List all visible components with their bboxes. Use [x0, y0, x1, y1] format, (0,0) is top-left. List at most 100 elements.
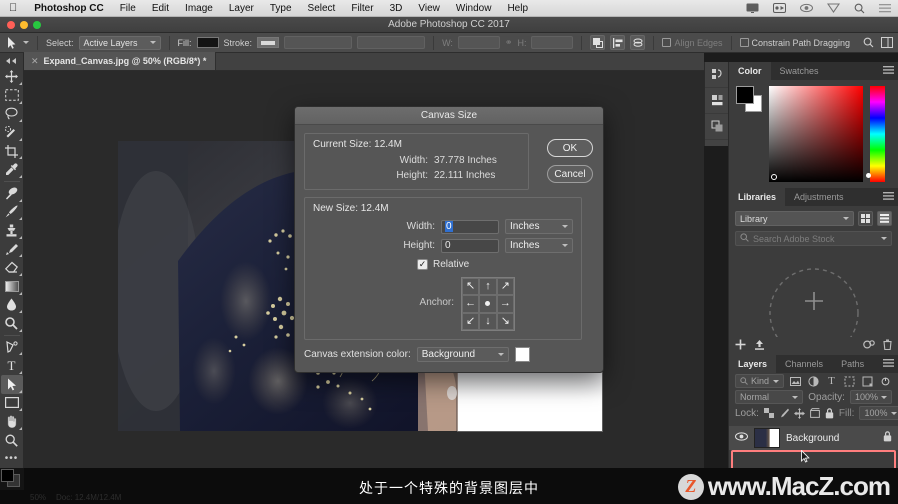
move-tool[interactable]	[1, 67, 23, 86]
panel-menu-icon[interactable]	[883, 359, 894, 371]
anchor-grid[interactable]: ↖ ↑ ↗ ← → ↙ ↓ ↘	[461, 277, 515, 331]
hand-tool[interactable]	[1, 412, 23, 431]
cancel-button[interactable]: Cancel	[547, 165, 593, 183]
clone-stamp-tool[interactable]	[1, 221, 23, 240]
history-panel-icon[interactable]	[705, 62, 729, 88]
spot-healing-brush-tool[interactable]	[1, 184, 23, 203]
history-brush-tool[interactable]	[1, 240, 23, 259]
anchor-cell-top-right[interactable]: ↗	[496, 278, 514, 296]
menu-item-photoshop[interactable]: Photoshop CC	[26, 3, 111, 14]
new-width-input[interactable]: 0	[441, 219, 499, 234]
tool-preset-chevron-down-icon[interactable]	[23, 41, 29, 44]
properties-panel-icon[interactable]	[705, 88, 729, 114]
new-height-unit-dropdown[interactable]: Inches	[505, 238, 573, 253]
menu-item-image[interactable]: Image	[177, 3, 221, 14]
canvas-extension-color-swatch[interactable]	[514, 347, 530, 362]
workspace-switcher-icon[interactable]	[880, 36, 893, 49]
stroke-width-field[interactable]	[284, 36, 353, 49]
type-filter-icon[interactable]: T	[825, 375, 838, 388]
foreground-color-swatch[interactable]	[736, 86, 754, 104]
layer-thumbnail[interactable]	[754, 428, 780, 448]
eye-icon[interactable]	[793, 3, 820, 13]
eyedropper-tool[interactable]	[1, 160, 23, 179]
tab-swatches[interactable]: Swatches	[771, 62, 828, 80]
menu-item-file[interactable]: File	[112, 3, 144, 14]
rectangle-tool[interactable]	[1, 394, 23, 413]
lock-artboard-icon[interactable]	[810, 407, 820, 420]
panel-menu-icon[interactable]	[883, 66, 894, 78]
list-icon[interactable]	[872, 3, 898, 13]
minimize-window-button[interactable]	[20, 21, 28, 29]
lock-all-icon[interactable]	[825, 407, 834, 420]
search-adobe-stock-input[interactable]: Search Adobe Stock	[735, 231, 892, 246]
anchor-cell-top-center[interactable]: ↑	[479, 278, 497, 296]
add-icon[interactable]	[735, 339, 746, 353]
tab-adjustments[interactable]: Adjustments	[785, 188, 853, 206]
screenshot-icon[interactable]	[766, 3, 793, 13]
path-alignment-icon[interactable]	[610, 35, 626, 50]
smart-object-filter-icon[interactable]	[861, 375, 874, 388]
menu-item-3d[interactable]: 3D	[382, 3, 411, 14]
layer-visibility-icon[interactable]	[735, 432, 748, 444]
list-view-icon[interactable]	[877, 211, 892, 226]
blend-mode-dropdown[interactable]: Normal	[735, 390, 804, 404]
layer-lock-icon[interactable]	[883, 431, 892, 445]
toolbar-collapse-handle[interactable]	[1, 55, 23, 67]
zoom-tool[interactable]	[1, 431, 23, 450]
panel-menu-icon[interactable]	[883, 192, 894, 204]
anchor-cell-middle-left[interactable]: ←	[462, 295, 480, 313]
dodge-tool[interactable]	[1, 314, 23, 333]
close-window-button[interactable]	[7, 21, 15, 29]
align-edges-checkbox[interactable]: Align Edges	[662, 37, 723, 48]
upload-icon[interactable]	[754, 339, 765, 353]
layer-comps-panel-icon[interactable]	[705, 114, 729, 140]
stroke-style-field[interactable]	[357, 36, 426, 49]
sync-icon[interactable]	[863, 339, 875, 353]
tab-paths[interactable]: Paths	[832, 355, 873, 373]
menu-item-type[interactable]: Type	[262, 3, 300, 14]
anchor-cell-bottom-left[interactable]: ↙	[462, 312, 480, 330]
canvas-extension-color-dropdown[interactable]: Background	[416, 347, 509, 362]
fill-input[interactable]: 100%	[859, 406, 898, 420]
lock-image-icon[interactable]	[779, 407, 789, 420]
filter-power-icon[interactable]	[879, 375, 892, 388]
grid-view-icon[interactable]	[858, 211, 873, 226]
tab-layers[interactable]: Layers	[729, 355, 777, 373]
shape-filter-icon[interactable]	[843, 375, 856, 388]
relative-checkbox[interactable]: ✓ Relative	[417, 259, 573, 270]
anchor-cell-top-left[interactable]: ↖	[462, 278, 480, 296]
edit-toolbar-tool[interactable]: •••	[1, 449, 23, 468]
menu-item-layer[interactable]: Layer	[221, 3, 262, 14]
library-dropdown[interactable]: Library	[735, 211, 854, 226]
window-controls[interactable]	[7, 21, 41, 29]
anchor-cell-bottom-center[interactable]: ↓	[479, 312, 497, 330]
crop-tool[interactable]	[1, 142, 23, 161]
anchor-cell-bottom-right[interactable]: ↘	[496, 312, 514, 330]
anchor-cell-middle-right[interactable]: →	[496, 295, 514, 313]
blur-tool[interactable]	[1, 296, 23, 315]
new-height-input[interactable]: 0	[441, 238, 499, 253]
table-row[interactable]: Background	[729, 426, 898, 450]
tab-color[interactable]: Color	[729, 62, 771, 80]
new-width-unit-dropdown[interactable]: Inches	[505, 219, 573, 234]
path-selection-tool-icon[interactable]	[5, 36, 18, 49]
display-icon[interactable]	[739, 3, 766, 13]
opacity-input[interactable]: 100%	[849, 390, 892, 404]
menu-item-help[interactable]: Help	[499, 3, 536, 14]
hue-slider[interactable]	[866, 86, 885, 182]
constrain-path-dragging-checkbox[interactable]: Constrain Path Dragging	[739, 37, 850, 48]
type-tool[interactable]: T	[1, 356, 23, 375]
foreground-background-swatches[interactable]	[736, 86, 762, 112]
menu-item-edit[interactable]: Edit	[144, 3, 177, 14]
path-selection-tool[interactable]	[0, 374, 23, 394]
document-tab[interactable]: ✕ Expand_Canvas.jpg @ 50% (RGB/8*) *	[24, 52, 217, 70]
layer-name[interactable]: Background	[786, 433, 877, 444]
apple-logo-icon[interactable]: 	[0, 2, 26, 14]
adjustment-filter-icon[interactable]	[807, 375, 820, 388]
path-height-input[interactable]	[531, 36, 574, 49]
color-field[interactable]	[769, 86, 863, 182]
search-icon[interactable]	[862, 36, 875, 49]
fill-color-swatch[interactable]	[196, 37, 219, 48]
canvas-size-dialog[interactable]: Canvas Size OK Cancel Current Size: 12.4…	[294, 106, 604, 373]
menu-item-filter[interactable]: Filter	[343, 3, 381, 14]
